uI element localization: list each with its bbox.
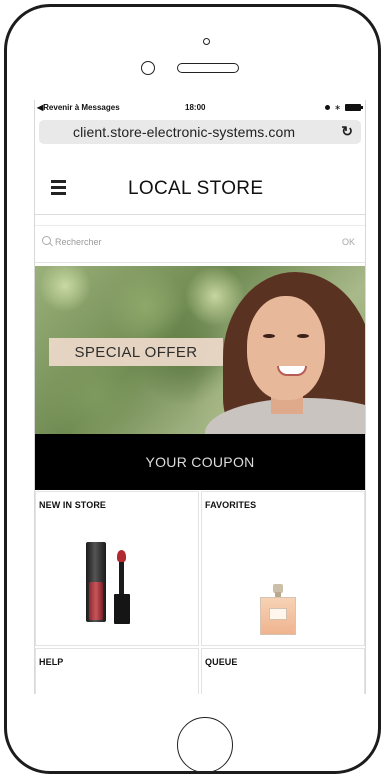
speaker-grille — [177, 63, 239, 73]
tile-help[interactable]: HELP — [35, 648, 199, 694]
tile-label: HELP — [39, 657, 64, 667]
your-coupon-button[interactable]: YOUR COUPON — [35, 434, 365, 490]
hamburger-menu-icon[interactable] — [51, 180, 66, 195]
search-icon — [42, 236, 51, 245]
status-bar: ◀Revenir à Messages 18:00 ∗ — [35, 100, 365, 116]
tile-new-in-store[interactable]: NEW IN STORE — [35, 491, 199, 646]
banner-right-eye — [297, 334, 309, 338]
status-time: 18:00 — [185, 103, 206, 112]
tile-favorites[interactable]: FAVORITES — [201, 491, 365, 646]
tile-label: QUEUE — [205, 657, 238, 667]
banner-face — [247, 296, 325, 400]
search-bar[interactable]: Rechercher OK — [35, 225, 365, 263]
app-header: LOCAL STORE — [35, 162, 365, 215]
camera-icon — [203, 38, 210, 45]
tile-queue[interactable]: QUEUE — [201, 648, 365, 694]
coupon-label: YOUR COUPON — [145, 454, 255, 470]
promo-banner[interactable]: SPECIAL OFFER — [35, 266, 365, 434]
special-offer-label[interactable]: SPECIAL OFFER — [49, 338, 223, 366]
back-to-messages-link[interactable]: ◀Revenir à Messages — [37, 103, 120, 112]
lip-wand-image — [119, 556, 124, 596]
perfume-label-image — [269, 608, 287, 620]
lip-cap-image — [114, 594, 130, 624]
status-icons: ∗ — [325, 103, 363, 112]
alarm-icon — [325, 105, 331, 110]
url-text: client.store-electronic-systems.com — [73, 124, 296, 140]
tile-label: FAVORITES — [205, 500, 257, 510]
front-camera-icon — [141, 61, 155, 75]
reload-icon[interactable]: ↻ — [341, 123, 353, 140]
lip-tip-image — [117, 550, 126, 562]
page-title: LOCAL STORE — [128, 178, 264, 199]
special-offer-text: SPECIAL OFFER — [74, 344, 198, 361]
home-button[interactable] — [177, 717, 233, 773]
search-input[interactable]: Rechercher — [55, 237, 102, 247]
address-bar[interactable]: client.store-electronic-systems.com ↻ — [39, 120, 361, 144]
search-ok-button[interactable]: OK — [342, 237, 355, 247]
lip-gloss-image — [89, 582, 103, 620]
battery-icon — [345, 104, 363, 111]
banner-left-eye — [263, 334, 275, 338]
tile-label: NEW IN STORE — [39, 500, 107, 510]
bluetooth-icon: ∗ — [334, 103, 341, 112]
phone-screen: ◀Revenir à Messages 18:00 ∗ client.store… — [34, 100, 366, 694]
